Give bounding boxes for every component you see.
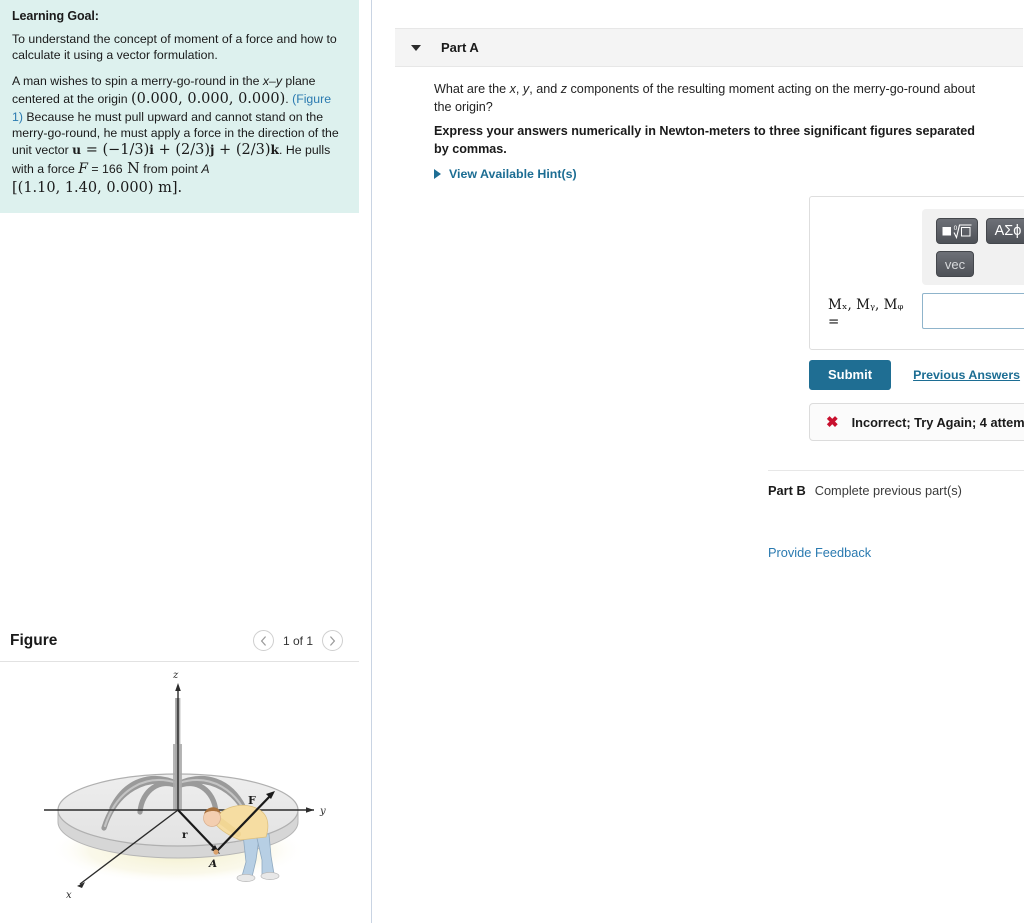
left-panel: Learning Goal: To understand the concept… [0,0,359,923]
answer-equals-sign: = [828,313,840,330]
math-toolbar: 0 ΑΣϕ ↓↑ vec [922,209,1024,285]
figure-header: Figure 1 of 1 [0,620,359,662]
answer-box-frame: 0 ΑΣϕ ↓↑ vec [809,196,1024,350]
point-a-figure-label: A [208,858,217,870]
question-text: What are the x, y, and z components of t… [434,80,989,117]
greek-symbols-label: ΑΣϕ [994,223,1022,239]
answer-input-row: Mₓ, Mᵧ, Mᵩ = N · m [810,293,1024,341]
force-equals: = [88,162,103,177]
figure-image-container[interactable]: y z x r F A [0,662,359,923]
submit-button[interactable]: Submit [809,360,892,390]
answer-variable-label: Mₓ, Mᵧ, Mᵩ = [828,297,920,331]
learning-goal-description: To understand the concept of moment of a… [12,31,345,63]
y-axis-label: y [319,806,326,817]
z-axis-arrow [175,683,181,691]
part-b-status: Complete previous part(s) [814,483,962,498]
red-x-icon: ✖ [826,413,839,431]
merry-go-round-diagram: y z x r F A [44,670,326,901]
submit-row: Submit Previous Answers [809,360,1020,390]
y-axis-arrow [306,807,314,813]
goal-text: To understand the concept of moment of a… [12,32,337,63]
question-sep-2: , and [529,82,561,96]
force-tail-text: from point [139,162,202,177]
question-sep-1: , [515,82,523,96]
footer-row: Provide Feedback Next ❯ [768,538,1024,570]
z-axis-label: z [172,670,179,681]
part-b-divider [768,470,1024,471]
previous-answers-link[interactable]: Previous Answers [913,368,1020,382]
unit-vector-plus-1: + [153,142,176,159]
caret-right-icon [434,169,441,179]
learning-goal-panel: Learning Goal: To understand the concept… [0,0,359,213]
caret-down-icon [411,44,421,51]
part-a-header[interactable]: Part A [395,28,1023,67]
question-lead: What are the [434,82,510,96]
view-hints-label: View Available Hint(s) [449,167,577,181]
figure-page-count: 1 of 1 [282,633,313,648]
part-b-row[interactable]: Part B Complete previous part(s) [768,483,962,498]
unit-vector-symbol: u [72,142,82,158]
unit-vector-k: k [270,142,280,158]
unit-vector-plus-2: + [214,142,236,159]
unit-vector-i-coeff: (−1/3) [102,142,150,159]
vec-label: vec [944,256,966,272]
point-a-marker [213,849,219,855]
svg-text:0: 0 [954,225,958,232]
force-symbol: F [78,161,89,178]
answer-variable-names: Mₓ, Mᵧ, Mᵩ [828,297,904,313]
feedback-message: Incorrect; Try Again; 4 attempts remaini… [851,414,1024,430]
view-hints-link[interactable]: View Available Hint(s) [434,167,577,181]
template-root-button[interactable]: 0 [936,218,978,244]
r-vector-label: r [182,829,188,841]
answer-format-instruction: Express your answers numerically in Newt… [434,124,976,157]
chevron-left-icon [260,635,266,646]
square-root-template-icon: 0 [942,223,972,239]
force-value: 166 [102,162,123,177]
figure-section-title: Figure [10,631,58,649]
chevron-right-icon [330,635,336,646]
point-a-coordinates: [(1.10, 1.40, 0.000) m]. [12,180,183,197]
problem-statement: A man wishes to spin a merry-go-round in… [12,73,345,198]
origin-coordinates: (0.000, 0.000, 0.000) [130,90,286,107]
right-panel: Part A What are the x, y, and z componen… [372,0,1024,923]
figure-block: Figure 1 of 1 y z x r F A [0,620,359,923]
unit-vector-k-coeff: (2/3) [235,142,271,159]
force-unit: N [122,161,140,178]
point-a-label: A [201,162,210,177]
figure-prev-button[interactable] [252,630,274,651]
x-axis-label: x [66,890,72,901]
part-a-title: Part A [441,40,479,55]
unit-vector-equals: = [81,142,103,159]
greek-symbols-button[interactable]: ΑΣϕ [986,218,1024,244]
answer-input[interactable] [922,293,1024,329]
plane-label: x–y [262,74,282,89]
F-vector-label: F [248,794,256,807]
provide-feedback-link[interactable]: Provide Feedback [768,545,871,560]
feedback-banner: ✖ Incorrect; Try Again; 4 attempts remai… [809,403,1024,441]
vector-notation-button[interactable]: vec [936,251,974,277]
learning-goal-title: Learning Goal: [12,9,99,23]
part-b-title: Part B [768,483,806,498]
figure-next-button[interactable] [322,630,343,651]
figure-pager: 1 of 1 [252,630,343,651]
unit-vector-j-coeff: (2/3) [175,142,210,159]
problem-intro-text: A man wishes to spin a merry-go-round in… [12,74,263,89]
